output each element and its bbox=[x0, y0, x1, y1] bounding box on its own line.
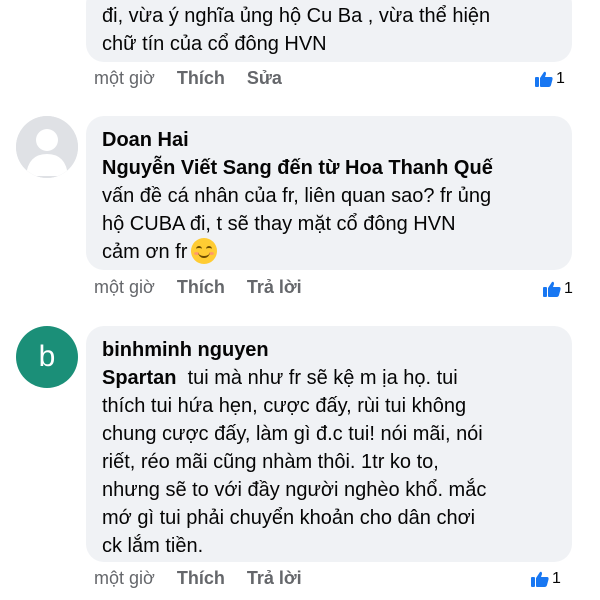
like-reaction-icon bbox=[531, 571, 549, 587]
comment-text: cảm ơn fr bbox=[102, 241, 188, 263]
comment-actions: một giờ Thích Trả lời bbox=[94, 566, 324, 590]
comment-bubble: Doan Hai Nguyễn Viết Sang đến từ Hoa Tha… bbox=[86, 116, 572, 270]
comment-bubble: đi, vừa ý nghĩa ủng hộ Cu Ba , vừa thể h… bbox=[86, 0, 572, 62]
reply-button[interactable]: Trả lời bbox=[247, 568, 302, 589]
reaction-count-value: 1 bbox=[564, 280, 573, 297]
comment-text-line: đi, vừa ý nghĩa ủng hộ Cu Ba , vừa thể h… bbox=[102, 5, 491, 27]
like-button[interactable]: Thích bbox=[177, 568, 225, 589]
comment-text-line: hộ CUBA đi, t sẽ thay mặt cổ đông HVN bbox=[102, 213, 456, 235]
comment-text-line: nhưng sẽ to với đầy người nghèo khổ. mắc bbox=[102, 479, 487, 501]
comment-author[interactable]: binhminh nguyen bbox=[102, 336, 556, 364]
comment-text-line: chung cược đấy, làm gì đ.c tui! nói mãi,… bbox=[102, 423, 483, 445]
like-reaction-icon bbox=[535, 71, 553, 87]
comment-author[interactable]: Doan Hai bbox=[102, 126, 556, 154]
comment-actions: một giờ Thích Sửa bbox=[94, 66, 304, 90]
comment-text-line: thích tui hứa hẹn, cược đấy, rùi tui khô… bbox=[102, 395, 467, 417]
comment-text-line-last: cảm ơn fr bbox=[102, 238, 556, 266]
avatar[interactable] bbox=[16, 116, 78, 178]
comment-text-line: riết, réo mãi cũng nhàm thôi. 1tr ko to, bbox=[102, 451, 439, 473]
default-avatar-icon bbox=[16, 116, 78, 178]
reaction-count[interactable]: 1 bbox=[534, 70, 565, 88]
like-reaction-icon bbox=[543, 281, 561, 297]
comment-text-line-first: Spartan tui mà như fr sẽ kệ m ịa họ. tui bbox=[102, 364, 556, 392]
reaction-count[interactable]: 1 bbox=[530, 570, 561, 588]
avatar[interactable]: b bbox=[16, 326, 78, 388]
comment-actions: một giờ Thích Trả lời bbox=[94, 275, 324, 299]
comment-text-line: mớ gì tui phải chuyển khoản cho dân chơi bbox=[102, 507, 476, 529]
comment-timestamp[interactable]: một giờ bbox=[94, 277, 155, 298]
reaction-count-value: 1 bbox=[556, 70, 565, 87]
comment-bubble: binhminh nguyen Spartan tui mà như fr sẽ… bbox=[86, 326, 572, 562]
reaction-count[interactable]: 1 bbox=[542, 280, 573, 298]
comment-text: tui mà như fr sẽ kệ m ịa họ. tui bbox=[176, 367, 458, 389]
mention-link[interactable]: Nguyễn Viết Sang đến từ Hoa Thanh Quế bbox=[102, 154, 556, 182]
like-button[interactable]: Thích bbox=[177, 68, 225, 89]
mention-link[interactable]: Spartan bbox=[102, 367, 176, 389]
comment-text-line: ck lắm tiền. bbox=[102, 535, 204, 557]
reaction-count-value: 1 bbox=[552, 570, 561, 587]
smiling-face-icon bbox=[191, 238, 218, 264]
comment-text-line: chữ tín của cổ đông HVN bbox=[102, 33, 327, 55]
avatar-letter: b bbox=[38, 340, 56, 373]
edit-button[interactable]: Sửa bbox=[247, 68, 282, 89]
comment-timestamp[interactable]: một giờ bbox=[94, 68, 155, 89]
comment-timestamp[interactable]: một giờ bbox=[94, 568, 155, 589]
reply-button[interactable]: Trả lời bbox=[247, 277, 302, 298]
comment-text-line: vấn đề cá nhân của fr, liên quan sao? fr… bbox=[102, 185, 492, 207]
like-button[interactable]: Thích bbox=[177, 277, 225, 298]
